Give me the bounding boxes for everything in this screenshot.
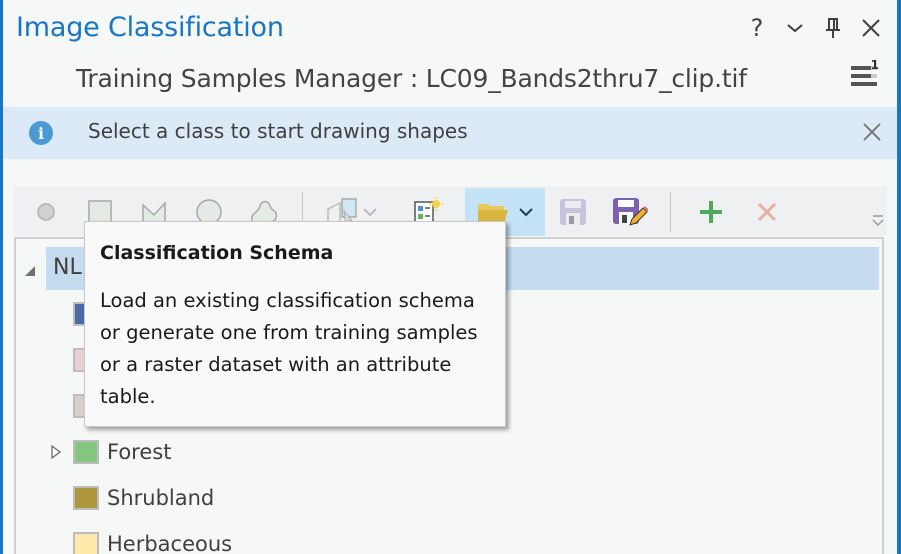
plus-icon bbox=[700, 201, 722, 223]
chevron-down-icon bbox=[787, 24, 803, 33]
collapse-root-toggle[interactable] bbox=[24, 262, 36, 281]
chevron-down-icon bbox=[519, 208, 533, 217]
save-icon bbox=[560, 199, 586, 225]
toolbar-overflow-button[interactable] bbox=[869, 210, 887, 232]
info-icon: i bbox=[29, 121, 53, 145]
pane-subtitle: Training Samples Manager : LC09_Bands2th… bbox=[76, 64, 747, 93]
banner-text: Select a class to start drawing shapes bbox=[88, 119, 468, 143]
pin-button[interactable] bbox=[821, 14, 845, 42]
save-schema-button[interactable] bbox=[558, 192, 588, 232]
class-color-swatch bbox=[73, 486, 99, 510]
class-item-shrubland[interactable]: Shrubland bbox=[51, 483, 214, 513]
help-button[interactable]: ? bbox=[745, 14, 769, 42]
root-label: NL bbox=[53, 255, 82, 280]
save-schema-as-button[interactable] bbox=[612, 192, 648, 232]
chevron-down-icon bbox=[362, 208, 376, 217]
overflow-chevron-icon bbox=[872, 215, 884, 227]
add-class-button[interactable] bbox=[696, 192, 726, 232]
class-color-swatch bbox=[73, 532, 99, 554]
class-label: Forest bbox=[107, 440, 172, 464]
class-item-forest[interactable]: Forest bbox=[51, 437, 171, 467]
image-classification-pane: Image Classification ? Training Samples … bbox=[0, 0, 901, 554]
dismiss-banner-button[interactable] bbox=[859, 119, 885, 145]
point-icon bbox=[37, 203, 55, 221]
class-label: Herbaceous bbox=[107, 532, 233, 554]
tooltip-title: Classification Schema bbox=[100, 242, 334, 264]
point-tool-button[interactable] bbox=[32, 192, 60, 232]
class-color-swatch bbox=[73, 440, 99, 464]
pane-controls: ? bbox=[745, 14, 883, 42]
remove-class-button[interactable] bbox=[752, 192, 782, 232]
close-icon bbox=[862, 19, 880, 37]
class-item-herbaceous[interactable]: Herbaceous bbox=[51, 529, 232, 554]
toolbar-separator bbox=[670, 192, 671, 232]
close-icon bbox=[863, 123, 881, 141]
close-pane-button[interactable] bbox=[859, 14, 883, 42]
tooltip: Classification Schema Load an existing c… bbox=[84, 221, 506, 427]
remove-icon bbox=[757, 202, 777, 222]
pin-icon bbox=[826, 18, 840, 38]
options-button[interactable] bbox=[783, 14, 807, 42]
expanded-triangle-icon bbox=[25, 266, 35, 276]
tooltip-body: Load an existing classification schema o… bbox=[100, 289, 478, 408]
menu-badge: 1 bbox=[870, 58, 879, 72]
pane-title: Image Classification bbox=[16, 12, 284, 43]
expand-toggle[interactable] bbox=[51, 445, 73, 459]
info-banner: i Select a class to start drawing shapes bbox=[3, 107, 897, 159]
help-icon: ? bbox=[750, 14, 764, 42]
class-label: Shrubland bbox=[107, 486, 215, 510]
collapsed-triangle-icon bbox=[51, 445, 61, 459]
menu-button[interactable]: 1 bbox=[849, 58, 879, 90]
save-as-icon bbox=[613, 198, 648, 226]
